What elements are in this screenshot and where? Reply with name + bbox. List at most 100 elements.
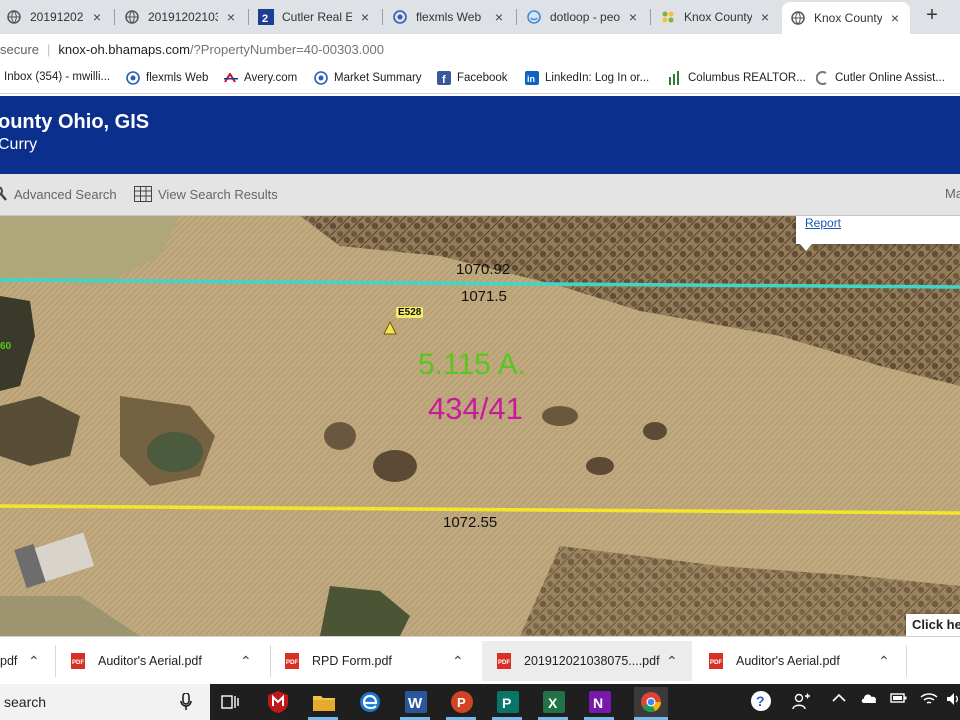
tab-1[interactable]: 201912021038 × <box>0 2 112 32</box>
tab-2[interactable]: 201912021038 × <box>116 2 246 32</box>
bookmark-label: Avery.com <box>244 72 298 84</box>
click-here-button[interactable]: Click he <box>906 614 960 636</box>
address-bar[interactable]: secure | knox-oh.bhamaps.com /?PropertyN… <box>0 39 384 59</box>
tab-title: Knox County, C <box>684 10 752 24</box>
view-search-results-button[interactable]: View Search Results <box>134 186 278 202</box>
download-filename: Auditor's Aerial.pdf <box>98 654 202 668</box>
download-item[interactable]: PDF Auditor's Aerial.pdf ⌃ <box>70 641 266 681</box>
globe-icon <box>124 9 140 25</box>
onedrive-icon[interactable] <box>860 692 878 704</box>
wifi-icon[interactable] <box>920 692 938 706</box>
windows-taskbar: search W P P X N ? <box>0 684 960 720</box>
tab-title: Knox County, C <box>814 11 882 25</box>
people-icon[interactable] <box>792 692 810 710</box>
close-icon[interactable]: × <box>492 9 506 25</box>
svg-text:PDF: PDF <box>710 660 722 666</box>
publisher-icon[interactable]: P <box>496 690 520 714</box>
tab-6[interactable]: Knox County, C × <box>652 2 780 32</box>
pdf-icon: PDF <box>70 653 86 669</box>
bookmark-flexmls[interactable]: flexmls Web <box>126 71 208 85</box>
cutler-c-icon <box>815 71 829 85</box>
svg-text:N: N <box>593 695 603 711</box>
bookmark-cutler-online[interactable]: Cutler Online Assist... <box>815 71 945 85</box>
tab-4[interactable]: flexmls Web × <box>384 2 514 32</box>
map-tool-clipped[interactable]: Ma <box>945 186 960 201</box>
svg-text:X: X <box>548 695 558 711</box>
tab-title: Cutler Real Esta <box>282 10 352 24</box>
bookmark-label: Market Summary <box>334 72 422 84</box>
tab-7-active[interactable]: Knox County, C × <box>782 2 910 34</box>
globe-icon <box>6 9 22 25</box>
gis-subtitle: Curry <box>0 136 38 153</box>
download-item[interactable]: PDF RPD Form.pdf ⌃ <box>284 641 478 681</box>
svg-text:PDF: PDF <box>498 660 510 666</box>
bookmark-inbox[interactable]: Inbox (354) - mwilli... <box>4 71 110 83</box>
download-item[interactable]: PDF Auditor's Aerial.pdf ⌃ <box>708 641 904 681</box>
download-filename: 201912021038075....pdf <box>524 654 660 668</box>
edge-icon[interactable] <box>358 690 382 714</box>
download-item-active[interactable]: PDF 201912021038075....pdf ⌃ <box>482 641 692 681</box>
security-indicator[interactable]: secure <box>0 42 39 57</box>
gis-title: ounty Ohio, GIS <box>0 111 150 133</box>
chevron-up-icon[interactable]: ⌃ <box>666 653 678 670</box>
task-view-icon[interactable] <box>218 690 242 714</box>
word-icon[interactable]: W <box>404 690 428 714</box>
report-link[interactable]: Report <box>805 216 841 230</box>
bookmark-label: Columbus REALTOR... <box>688 72 806 84</box>
chevron-up-icon[interactable]: ⌃ <box>452 653 464 670</box>
tab-title: dotloop - peop <box>550 10 620 24</box>
chevron-up-icon[interactable] <box>832 692 846 702</box>
pdf-icon: PDF <box>496 653 512 669</box>
chevron-up-icon[interactable]: ⌃ <box>240 653 252 670</box>
close-icon[interactable]: × <box>358 9 372 25</box>
tab-title: 201912021038 <box>30 10 84 24</box>
taskbar-search-box[interactable]: search <box>0 684 210 720</box>
linkedin-icon: in <box>525 71 539 85</box>
new-tab-button[interactable]: + <box>920 4 944 28</box>
address-host: knox-oh.bhamaps.com <box>58 41 190 57</box>
tab-5[interactable]: dotloop - peop × <box>518 2 648 32</box>
bookmark-columbus[interactable]: Columbus REALTOR... <box>668 71 806 85</box>
help-icon[interactable]: ? <box>750 690 772 712</box>
chrome-icon[interactable] <box>634 687 668 717</box>
volume-icon[interactable] <box>946 692 960 706</box>
close-icon[interactable]: × <box>758 9 772 25</box>
info-popup: Report <box>796 216 960 244</box>
flexmls-icon <box>126 71 140 85</box>
adjacent-parcel-label: 60 <box>0 341 12 352</box>
cutler-icon: 2 <box>258 9 274 25</box>
microphone-icon[interactable] <box>180 692 192 714</box>
powerpoint-icon[interactable]: P <box>450 690 474 714</box>
file-explorer-icon[interactable] <box>312 690 336 714</box>
bookmark-linkedin[interactable]: in LinkedIn: Log In or... <box>525 71 649 85</box>
mcafee-icon[interactable] <box>266 690 290 714</box>
browser-toolbar: secure | knox-oh.bhamaps.com /?PropertyN… <box>0 34 960 64</box>
bookmark-market-summary[interactable]: Market Summary <box>314 71 422 85</box>
table-icon <box>134 186 152 202</box>
close-icon[interactable]: × <box>626 9 640 25</box>
svg-text:2: 2 <box>262 13 268 25</box>
search-placeholder: search <box>4 694 47 710</box>
battery-icon[interactable] <box>890 692 908 704</box>
bookmark-label: flexmls Web <box>146 72 209 84</box>
chevron-up-icon[interactable]: ⌃ <box>28 653 40 670</box>
pdf-icon: PDF <box>284 653 300 669</box>
onenote-icon[interactable]: N <box>588 690 612 714</box>
download-item[interactable]: pdf ⌃ <box>0 641 50 681</box>
close-icon[interactable]: × <box>888 10 902 26</box>
bookmark-avery[interactable]: Avery.com <box>224 71 297 85</box>
close-icon[interactable]: × <box>90 9 104 25</box>
close-icon[interactable]: × <box>224 9 238 25</box>
aerial-map[interactable]: 1070.92 1071.5 E528 5.115 A. 434/41 1072… <box>0 216 960 636</box>
chevron-up-icon[interactable]: ⌃ <box>878 653 890 670</box>
excel-icon[interactable]: X <box>542 690 566 714</box>
bookmark-facebook[interactable]: f Facebook <box>437 71 508 85</box>
svg-text:P: P <box>457 695 466 710</box>
facebook-icon: f <box>437 71 451 85</box>
advanced-search-button[interactable]: Advanced Search <box>0 186 117 202</box>
bookmark-label: Inbox (354) - mwilli... <box>4 71 111 83</box>
acreage-label: 5.115 A. <box>418 348 526 381</box>
tab-3[interactable]: 2 Cutler Real Esta × <box>250 2 380 32</box>
svg-text:?: ? <box>756 693 765 709</box>
globe-icon <box>790 10 806 26</box>
